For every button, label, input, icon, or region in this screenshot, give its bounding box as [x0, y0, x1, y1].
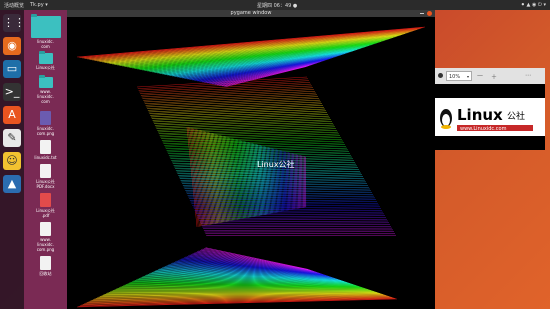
folder-icon — [38, 75, 53, 88]
qq-icon[interactable]: ☺ — [3, 152, 21, 170]
qq-glyph: ☺ — [6, 154, 18, 167]
file-icon — [40, 111, 51, 125]
zoom-select[interactable]: 10% ▾ — [446, 71, 472, 81]
pygame-canvas[interactable]: Linux公社 — [67, 17, 435, 309]
viewer-menu-icon[interactable] — [438, 73, 443, 78]
window-title: pygame window — [230, 10, 272, 16]
firefox-glyph: ◉ — [7, 39, 17, 52]
terminal-glyph: >_ — [4, 85, 20, 98]
viewer-toolbar: 10% ▾ — ＋ ⋯ — [435, 68, 545, 84]
desktop-icon-label: linuxidc. com.png — [36, 126, 55, 136]
logo-url-text: www.Linuxidc.com — [460, 126, 507, 132]
desktop-icon-label: Linux公社 PDF.docx — [36, 179, 55, 189]
file-icon — [40, 222, 51, 236]
launcher-dock: ⋮⋮⋮ ◉ ▭ >_ A ✎ ☺ ▲ — [0, 10, 36, 309]
firefox-icon[interactable]: ◉ — [3, 37, 21, 55]
desktop-icon[interactable]: 回收站 — [24, 256, 67, 276]
folder-icon — [38, 51, 53, 64]
text-editor-glyph: ✎ — [7, 131, 17, 144]
activities-button[interactable]: 活动概览 — [4, 2, 24, 9]
desktop-icon-label: linuxidc.txt — [34, 155, 57, 160]
remote-desktop-icon[interactable]: ▭ — [3, 60, 21, 78]
image-viewer-icon[interactable]: ▲ — [3, 175, 21, 193]
zoom-out-icon[interactable]: — — [477, 72, 483, 79]
system-tray[interactable]: ⚫ ▲ ◉ ⏻ ▾ — [521, 2, 546, 8]
file-icon — [40, 193, 51, 207]
image-viewer-window: 10% ▾ — ＋ ⋯ Linux 公社 www.Linuxidc.com — [435, 68, 545, 150]
desktop-icon[interactable]: www. linuxidc. com.png — [24, 222, 67, 252]
watermark-text: Linux公社 — [257, 159, 295, 169]
linux-logo: Linux 公社 www.Linuxidc.com — [440, 106, 533, 132]
file-icon — [40, 256, 51, 270]
desktop-icon-label: Linux公社 .pdf — [36, 208, 55, 218]
clock[interactable]: 星期四 06：49 ● — [257, 2, 297, 9]
desktop-icon[interactable]: Linux公社 PDF.docx — [24, 164, 67, 189]
desktop-icon[interactable]: linuxidc. com — [24, 14, 67, 49]
image-viewer-glyph: ▲ — [7, 177, 17, 190]
chevron-down-icon: ▾ — [466, 74, 469, 79]
app-grid-icon[interactable]: ⋮⋮⋮ — [3, 14, 36, 32]
desktop-icon-label: www. linuxidc. com — [37, 89, 54, 104]
close-button[interactable] — [427, 11, 432, 16]
desktop-icon[interactable]: Linux公社 — [24, 51, 67, 70]
app-grid-glyph: ⋮⋮⋮ — [3, 16, 36, 29]
minimize-button[interactable] — [420, 13, 424, 14]
desktop-icon-label: www. linuxidc. com.png — [36, 237, 55, 252]
terminal-icon[interactable]: >_ — [3, 83, 21, 101]
file-icon — [40, 140, 51, 154]
desktop-icon[interactable]: linuxidc.txt — [24, 140, 67, 160]
desktop-icon-label: linuxidc. com — [37, 39, 54, 49]
folder-icon — [30, 14, 61, 38]
linux-watermark: Linux公社 — [257, 159, 295, 169]
file-icon — [40, 164, 51, 178]
top-panel: 活动概览 Tk.py ▾ 星期四 06：49 ● ⚫ ▲ ◉ ⏻ ▾ — [0, 0, 550, 10]
window-titlebar[interactable]: pygame window — [67, 10, 435, 17]
desktop-icons: linuxidc. com Linux公社 www. linuxidc. com li… — [24, 10, 67, 309]
software-center-glyph: A — [8, 108, 16, 121]
zoom-value: 10% — [449, 74, 461, 80]
desktop-icon[interactable]: Linux公社 .pdf — [24, 193, 67, 218]
logo-cn-text: 公社 — [507, 110, 525, 122]
logo-text: Linux — [457, 106, 503, 124]
viewer-image: Linux 公社 www.Linuxidc.com — [435, 84, 545, 150]
desktop-icon-label: 回收站 — [39, 271, 52, 276]
pygame-window: pygame window Linux公社 — [67, 10, 435, 309]
zoom-in-icon[interactable]: ＋ — [491, 72, 497, 81]
software-center-icon[interactable]: A — [3, 106, 21, 124]
remote-desktop-glyph: ▭ — [6, 62, 18, 75]
logo-strip: Linux 公社 www.Linuxidc.com — [435, 98, 545, 136]
viewer-options-icon[interactable]: ⋯ — [525, 72, 531, 79]
app-menu[interactable]: Tk.py ▾ — [30, 2, 48, 8]
desktop-icon[interactable]: linuxidc. com.png — [24, 111, 67, 136]
text-editor-icon[interactable]: ✎ — [3, 129, 21, 147]
desktop-icon[interactable]: www. linuxidc. com — [24, 75, 67, 104]
desktop-icon-label: Linux公社 — [36, 65, 55, 70]
